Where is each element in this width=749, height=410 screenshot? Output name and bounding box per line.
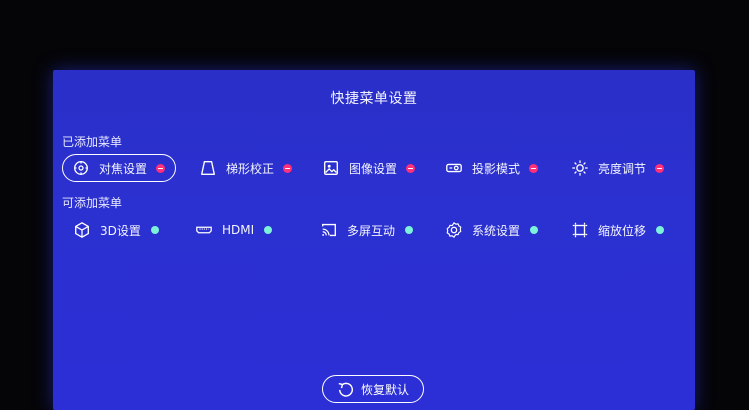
addable-item-label: 3D设置	[100, 223, 141, 238]
addable-item-zoom-shift[interactable]: 缩放位移	[570, 216, 665, 244]
cast-icon	[319, 220, 339, 240]
add-dot-icon[interactable]	[656, 226, 665, 234]
reset-default-button[interactable]: 恢复默认	[322, 375, 424, 403]
added-item-brightness[interactable]: 亮度调节	[570, 154, 665, 182]
brightness-icon	[570, 158, 590, 178]
addable-item-label: HDMI	[222, 223, 255, 237]
remove-dot-icon[interactable]	[406, 163, 416, 173]
keystone-icon	[198, 158, 218, 178]
focus-icon	[71, 158, 91, 178]
add-dot-icon[interactable]	[405, 226, 414, 234]
added-item-label: 图像设置	[349, 161, 398, 176]
addable-item-label: 多屏互动	[347, 223, 396, 238]
quick-menu-settings-screen: 快捷菜单设置 已添加菜单 对焦设置 梯形校正 图像设置 投影模式 亮度调节 可添…	[53, 70, 695, 410]
addable-item-system-settings[interactable]: 系统设置	[444, 216, 539, 244]
gear-icon	[444, 220, 464, 240]
addable-item-3d-settings[interactable]: 3D设置	[72, 216, 159, 244]
reset-default-label: 恢复默认	[360, 382, 409, 397]
undo-icon	[337, 380, 355, 398]
addable-item-label: 系统设置	[472, 223, 521, 238]
page-title: 快捷菜单设置	[330, 91, 418, 107]
added-item-label: 亮度调节	[598, 161, 647, 176]
added-item-projection-mode[interactable]: 投影模式	[444, 154, 539, 182]
added-item-image-settings[interactable]: 图像设置	[321, 154, 416, 182]
add-dot-icon[interactable]	[150, 226, 159, 234]
added-item-label: 对焦设置	[99, 161, 148, 176]
addable-item-hdmi[interactable]: HDMI	[194, 216, 273, 244]
added-item-focus-settings[interactable]: 对焦设置	[62, 154, 177, 182]
addable-menu-row: 3D设置 HDMI 多屏互动 系统设置 缩放位移	[53, 216, 695, 246]
addable-item-multi-screen[interactable]: 多屏互动	[319, 216, 414, 244]
zoom-shift-icon	[570, 220, 590, 240]
remove-dot-icon[interactable]	[283, 163, 293, 173]
added-item-label: 投影模式	[472, 161, 521, 176]
remove-dot-icon[interactable]	[655, 163, 665, 173]
added-item-label: 梯形校正	[226, 161, 275, 176]
projector-icon	[444, 158, 464, 178]
addable-item-label: 缩放位移	[598, 223, 647, 238]
added-menu-label: 已添加菜单	[62, 135, 123, 149]
remove-dot-icon[interactable]	[529, 163, 539, 173]
image-icon	[321, 158, 341, 178]
added-item-keystone[interactable]: 梯形校正	[198, 154, 293, 182]
add-dot-icon[interactable]	[530, 226, 539, 234]
cube-icon	[72, 220, 92, 240]
remove-dot-icon[interactable]	[156, 163, 166, 173]
added-menu-row: 对焦设置 梯形校正 图像设置 投影模式 亮度调节	[53, 154, 695, 184]
add-dot-icon[interactable]	[264, 226, 273, 234]
hdmi-icon	[194, 220, 214, 240]
addable-menu-label: 可添加菜单	[62, 196, 123, 210]
